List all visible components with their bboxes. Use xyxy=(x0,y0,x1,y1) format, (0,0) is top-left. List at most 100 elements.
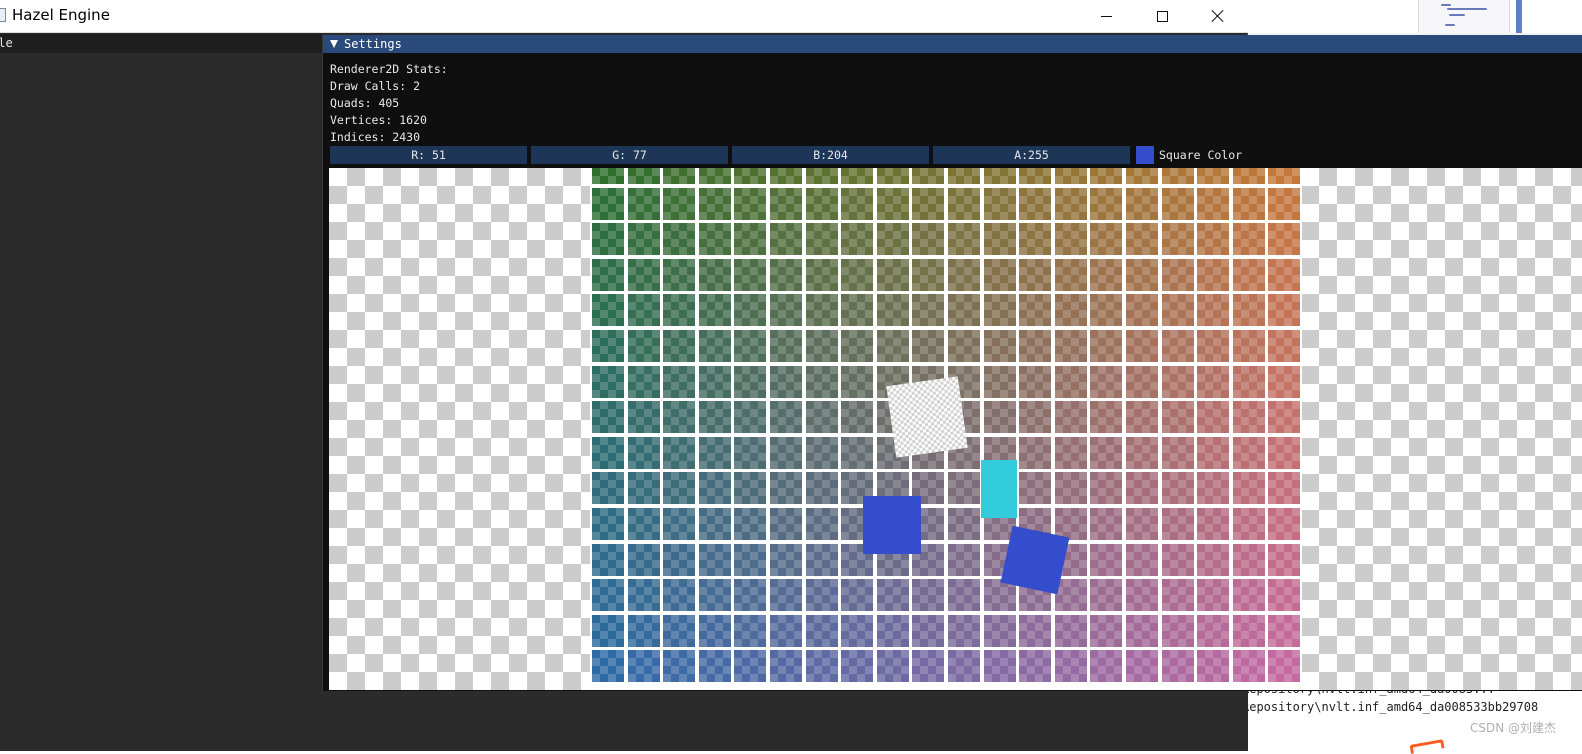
grid-quad xyxy=(734,258,767,291)
grid-quad xyxy=(698,365,731,398)
grid-quad xyxy=(1161,168,1194,184)
stats-quads: Quads: 405 xyxy=(330,96,400,110)
background-window-strip xyxy=(1248,0,1582,33)
grid-quad xyxy=(1019,258,1052,291)
scene-viewport[interactable] xyxy=(329,168,1582,690)
color-swatch[interactable] xyxy=(1136,146,1154,164)
grid-quad xyxy=(1232,365,1265,398)
grid-quad xyxy=(983,258,1016,291)
grid-quad xyxy=(592,436,624,469)
grid-quad xyxy=(1161,365,1194,398)
grid-quad xyxy=(1054,365,1087,398)
grid-quad xyxy=(805,294,838,327)
grid-quad xyxy=(770,401,802,434)
grid-quad xyxy=(876,187,909,220)
settings-header[interactable]: Settings xyxy=(323,35,1582,53)
grid-quad xyxy=(663,187,696,220)
menu-file[interactable]: ile xyxy=(0,36,13,50)
color-channel-g[interactable]: G: 77 xyxy=(531,146,728,164)
grid-quad xyxy=(1197,650,1230,683)
dockspace-left-panel xyxy=(0,53,322,751)
grid-quad xyxy=(1019,168,1052,184)
grid-quad xyxy=(1090,401,1123,434)
grid-quad xyxy=(1019,294,1052,327)
grid-quad xyxy=(948,168,980,184)
grid-quad xyxy=(592,472,624,505)
grid-quad xyxy=(983,614,1016,647)
grid-quad xyxy=(1232,614,1265,647)
minimize-button[interactable] xyxy=(1078,0,1134,32)
grid-quad xyxy=(663,168,696,184)
grid-quad xyxy=(734,330,767,362)
grid-quad xyxy=(1019,330,1052,362)
grid-quad xyxy=(841,258,874,291)
grid-quad xyxy=(698,543,731,576)
grid-quad xyxy=(1161,436,1194,469)
grid-quad xyxy=(1126,258,1158,291)
grid-quad xyxy=(841,294,874,327)
grid-quad xyxy=(1161,508,1194,540)
grid-quad xyxy=(1090,223,1123,256)
grid-quad xyxy=(1197,543,1230,576)
grid-quad xyxy=(663,223,696,256)
grid-quad xyxy=(1054,579,1087,612)
grid-quad xyxy=(1126,508,1158,540)
grid-quad xyxy=(1268,650,1301,683)
grid-quad xyxy=(1232,650,1265,683)
grid-quad xyxy=(734,472,767,505)
grid-quad xyxy=(734,614,767,647)
grid-quad xyxy=(1054,472,1087,505)
grid-quad xyxy=(1054,223,1087,256)
grid-quad xyxy=(1232,543,1265,576)
close-icon xyxy=(1211,9,1225,23)
collapse-arrow-icon[interactable] xyxy=(330,40,338,48)
titlebar[interactable]: Hazel Engine xyxy=(0,0,1248,33)
grid-quad xyxy=(1161,614,1194,647)
grid-quad xyxy=(876,330,909,362)
grid-quad xyxy=(627,258,660,291)
grid-quad xyxy=(770,543,802,576)
watermark: CSDN @刘建杰 xyxy=(1469,721,1556,735)
blue-quad xyxy=(863,496,921,554)
grid-quad xyxy=(734,294,767,327)
grid-quad xyxy=(1090,187,1123,220)
grid-quad xyxy=(948,223,980,256)
grid-quad xyxy=(1161,401,1194,434)
grid-quad xyxy=(1090,543,1123,576)
grid-quad xyxy=(1268,472,1301,505)
grid-quad xyxy=(876,294,909,327)
grid-quad xyxy=(1054,187,1087,220)
maximize-button[interactable] xyxy=(1134,0,1190,32)
grid-quad xyxy=(876,223,909,256)
color-channel-a[interactable]: A:255 xyxy=(933,146,1130,164)
grid-quad xyxy=(592,330,624,362)
grid-quad xyxy=(983,401,1016,434)
grid-quad xyxy=(805,223,838,256)
grid-quad xyxy=(734,579,767,612)
grid-quad xyxy=(1161,472,1194,505)
color-channel-b[interactable]: B:204 xyxy=(732,146,929,164)
grid-quad xyxy=(770,579,802,612)
grid-quad xyxy=(627,614,660,647)
grid-quad xyxy=(627,330,660,362)
grid-quad xyxy=(948,187,980,220)
grid-quad xyxy=(1197,187,1230,220)
close-button[interactable] xyxy=(1190,0,1246,32)
maximize-icon xyxy=(1156,10,1168,22)
grid-quad xyxy=(1126,543,1158,576)
color-channel-r[interactable]: R: 51 xyxy=(330,146,527,164)
grid-quad xyxy=(983,294,1016,327)
grid-quad xyxy=(1054,614,1087,647)
grid-quad xyxy=(1126,223,1158,256)
grid-quad xyxy=(841,187,874,220)
stats-draw-calls: Draw Calls: 2 xyxy=(330,79,421,93)
renderer-stats: Renderer2D Stats: Draw Calls: 2 Quads: 4… xyxy=(330,61,448,146)
grid-quad xyxy=(841,436,874,469)
grid-quad xyxy=(663,365,696,398)
grid-quad xyxy=(698,650,731,683)
grid-quad xyxy=(1054,258,1087,291)
grid-quad xyxy=(1054,294,1087,327)
grid-quad xyxy=(627,294,660,327)
grid-quad xyxy=(627,579,660,612)
grid-quad xyxy=(1232,258,1265,291)
